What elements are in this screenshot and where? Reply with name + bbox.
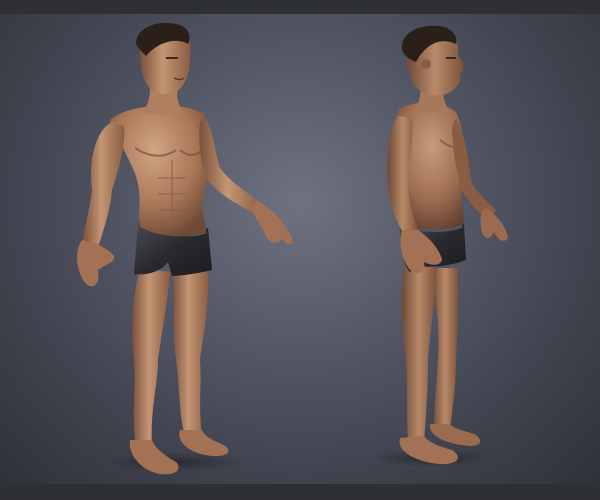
figure-side-view — [368, 25, 508, 467]
character-render — [77, 22, 508, 475]
figure-front-view — [77, 22, 293, 475]
bottom-frame-bar — [0, 484, 600, 500]
render-viewport — [0, 14, 600, 484]
render-frame — [0, 0, 600, 500]
top-frame-bar — [0, 0, 600, 14]
